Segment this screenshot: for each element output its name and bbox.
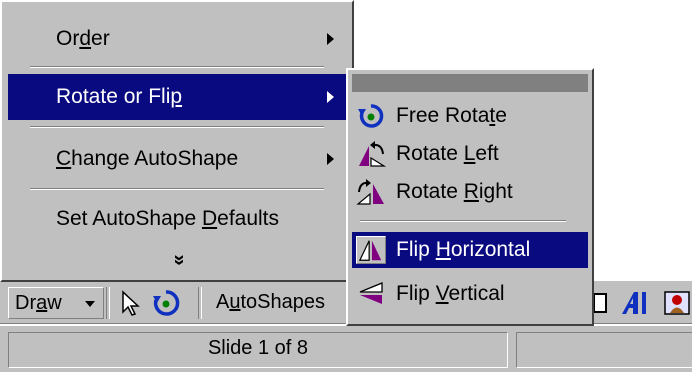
- expand-menu-button[interactable]: »: [152, 246, 208, 274]
- rotate-flip-submenu: Free Rotate Rotate Left Rotate Right Fli…: [346, 68, 594, 326]
- flip-vertical-icon: [359, 282, 383, 304]
- insert-wordart-button[interactable]: [618, 287, 652, 319]
- rotate-right-icon: [356, 179, 384, 205]
- rotate-left-icon: [359, 141, 386, 167]
- submenu-arrow-icon: [327, 153, 334, 165]
- wordart-icon: [622, 292, 646, 314]
- status-bar: Slide 1 of 8: [0, 326, 692, 372]
- menu-item-label: Set AutoShape Defaults: [56, 207, 280, 230]
- chevron-double-down-icon: »: [169, 254, 191, 266]
- submenu-item-label: Flip Horizontal: [396, 238, 531, 261]
- submenu-separator: [360, 220, 566, 222]
- submenu-item-flip-horizontal[interactable]: Flip Horizontal: [352, 232, 588, 268]
- slide-info-text: Slide 1 of 8: [207, 337, 309, 359]
- autoshapes-label: AutoShapes: [216, 291, 325, 313]
- submenu-item-label: Rotate Left: [396, 142, 499, 165]
- menu-separator: [30, 188, 324, 190]
- submenu-arrow-icon: [327, 91, 334, 103]
- submenu-item-flip-vertical[interactable]: Flip Vertical: [352, 276, 588, 312]
- menu-item-label: Rotate or Flip: [56, 85, 183, 108]
- flip-horizontal-icon: [356, 236, 386, 264]
- menu-separator: [30, 126, 324, 128]
- autoshapes-menu-button[interactable]: AutoShapes: [206, 287, 346, 319]
- menu-item-rotate-or-flip[interactable]: Rotate or Flip: [8, 74, 346, 120]
- insert-clip-art-button[interactable]: [662, 287, 692, 319]
- status-panel: [516, 332, 692, 368]
- draw-label: Draw: [15, 292, 62, 314]
- submenu-item-rotate-left[interactable]: Rotate Left: [352, 136, 588, 172]
- pointer-arrow-icon: [122, 290, 140, 316]
- submenu-item-label: Flip Vertical: [396, 282, 505, 305]
- menu-item-label: Change AutoShape: [56, 147, 239, 170]
- free-rotate-icon: [153, 290, 180, 316]
- draw-menu-button[interactable]: Draw: [8, 287, 104, 319]
- submenu-item-free-rotate[interactable]: Free Rotate: [352, 98, 588, 134]
- free-rotate-icon: [358, 104, 384, 128]
- menu-item-order[interactable]: Order: [8, 16, 346, 62]
- submenu-item-label: Rotate Right: [396, 180, 513, 203]
- submenu-title-bar: [352, 74, 588, 92]
- menu-item-set-autoshape-defaults[interactable]: Set AutoShape Defaults: [8, 196, 346, 242]
- submenu-arrow-icon: [327, 33, 334, 45]
- menu-separator: [30, 66, 324, 68]
- draw-menu: Order Rotate or Flip Change AutoShape Se…: [0, 0, 354, 282]
- toolbar-separator: [198, 287, 202, 319]
- toolbar-separator: [106, 287, 110, 319]
- submenu-item-rotate-right[interactable]: Rotate Right: [352, 174, 588, 210]
- menu-item-label: Order: [56, 27, 110, 50]
- menu-item-change-autoshape[interactable]: Change AutoShape: [8, 136, 346, 182]
- clip-art-icon: [664, 291, 690, 315]
- chevron-down-icon: [85, 301, 95, 307]
- free-rotate-toolbar-button[interactable]: [150, 287, 182, 319]
- select-objects-button[interactable]: [114, 287, 146, 319]
- submenu-item-label: Free Rotate: [396, 104, 507, 127]
- slide-info-panel: Slide 1 of 8: [8, 332, 508, 368]
